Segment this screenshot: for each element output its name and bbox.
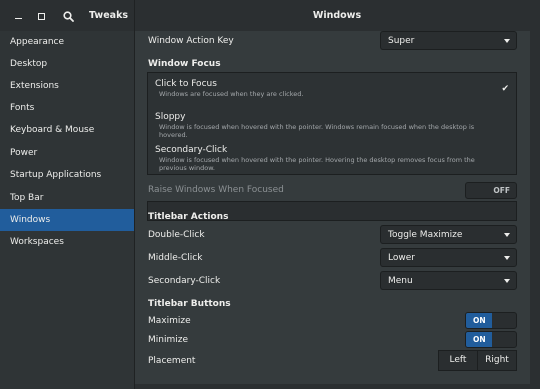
maximize-icon: [37, 12, 45, 20]
maximize-switch[interactable]: ON: [465, 312, 517, 329]
sidebar-item-power[interactable]: Power: [0, 142, 134, 164]
window-action-key-label: Window Action Key: [148, 36, 234, 46]
sidebar-item-label: Desktop: [10, 59, 48, 69]
middle-click-label: Middle-Click: [148, 253, 203, 263]
window-edge: [135, 384, 530, 389]
dropdown-value: Toggle Maximize: [388, 230, 463, 240]
sidebar-item-label: Startup Applications: [10, 170, 102, 180]
titlebar-buttons-heading: Titlebar Buttons: [148, 299, 231, 309]
sidebar-item-label: Windows: [10, 215, 51, 225]
dropdown-value: Super: [388, 36, 415, 46]
sidebar-item-desktop[interactable]: Desktop: [0, 53, 134, 75]
sidebar-item-label: Fonts: [10, 103, 35, 113]
chevron-down-icon: [504, 256, 510, 260]
sidebar-item-label: Power: [10, 148, 38, 158]
option-description: Windows are focused when they are clicke…: [159, 90, 304, 98]
header-bar: Tweaks Windows: [0, 0, 540, 32]
sidebar-item-label: Workspaces: [10, 237, 64, 247]
minimize-switch[interactable]: ON: [465, 331, 517, 348]
focus-option-click-to-focus[interactable]: Click to Focus Windows are focused when …: [148, 73, 516, 105]
window-focus-heading: Window Focus: [148, 59, 221, 69]
chevron-down-icon: [504, 233, 510, 237]
sidebar-item-label: Top Bar: [10, 193, 44, 203]
double-click-dropdown[interactable]: Toggle Maximize: [380, 225, 517, 244]
sidebar-header: Tweaks: [0, 0, 135, 31]
middle-click-dropdown[interactable]: Lower: [380, 248, 517, 267]
sidebar-item-fonts[interactable]: Fonts: [0, 97, 134, 119]
window-edge: [530, 31, 540, 389]
sidebar-item-appearance[interactable]: Appearance: [0, 31, 134, 53]
switch-state: ON: [473, 316, 486, 325]
option-title: Sloppy: [155, 112, 186, 122]
sidebar-item-workspaces[interactable]: Workspaces: [0, 231, 134, 253]
secondary-click-dropdown[interactable]: Menu: [380, 271, 517, 290]
sidebar-item-startup-applications[interactable]: Startup Applications: [0, 164, 134, 186]
sidebar-item-label: Keyboard & Mouse: [10, 125, 95, 135]
sidebar-item-windows[interactable]: Windows: [0, 209, 134, 231]
placement-right-button[interactable]: Right: [477, 350, 517, 371]
option-description: Window is focused when hovered with the …: [159, 156, 475, 172]
maximize-label: Maximize: [148, 316, 191, 326]
raise-windows-label: Raise Windows When Focused: [148, 185, 284, 195]
sidebar-item-extensions[interactable]: Extensions: [0, 75, 134, 97]
search-icon: [62, 10, 74, 22]
raise-windows-switch[interactable]: OFF: [465, 182, 517, 199]
window-focus-list: Click to Focus Windows are focused when …: [147, 72, 517, 175]
maximize-button[interactable]: [32, 7, 50, 25]
dropdown-value: Menu: [388, 276, 413, 286]
sidebar: Appearance Desktop Extensions Fonts Keyb…: [0, 31, 135, 389]
app-title: Tweaks: [89, 10, 129, 21]
chevron-down-icon: [504, 39, 510, 43]
dropdown-value: Lower: [388, 253, 415, 263]
page-title: Windows: [312, 10, 362, 21]
focus-option-secondary-click[interactable]: Secondary-Click Window is focused when h…: [148, 139, 516, 175]
chevron-down-icon: [504, 279, 510, 283]
sidebar-item-top-bar[interactable]: Top Bar: [0, 187, 134, 209]
switch-state: ON: [473, 335, 486, 344]
option-description: Window is focused when hovered with the …: [159, 123, 475, 139]
sidebar-item-keyboard-mouse[interactable]: Keyboard & Mouse: [0, 119, 134, 141]
option-title: Secondary-Click: [155, 145, 228, 155]
double-click-label: Double-Click: [148, 230, 205, 240]
switch-state: OFF: [493, 186, 510, 195]
secondary-click-label: Secondary-Click: [148, 276, 221, 286]
minimize-button[interactable]: [9, 7, 27, 25]
focus-option-sloppy[interactable]: Sloppy Window is focused when hovered wi…: [148, 106, 516, 139]
titlebar-actions-heading: Titlebar Actions: [148, 212, 229, 222]
option-title: Click to Focus: [155, 79, 217, 89]
placement-left-button[interactable]: Left: [438, 350, 478, 371]
minimize-label: Minimize: [148, 335, 188, 345]
minimize-icon: [14, 17, 22, 20]
checkmark-icon: ✔: [501, 84, 509, 94]
search-button[interactable]: [59, 7, 77, 25]
sidebar-item-label: Appearance: [10, 37, 65, 47]
sidebar-item-label: Extensions: [10, 81, 59, 91]
placement-label: Placement: [148, 356, 196, 366]
window-action-key-dropdown[interactable]: Super: [380, 31, 517, 50]
